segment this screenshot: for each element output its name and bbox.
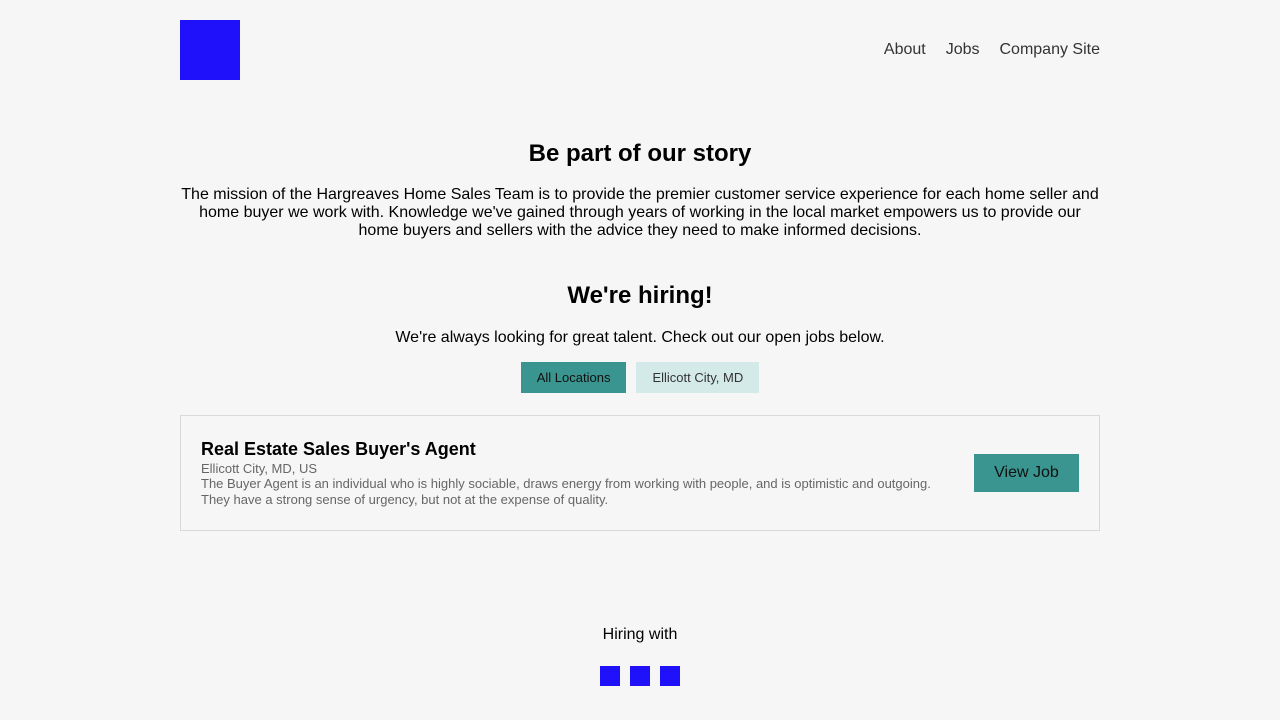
hiring-subtitle: We're always looking for great talent. C… [395,329,885,346]
job-card: Real Estate Sales Buyer's Agent Ellicott… [180,415,1100,531]
site-header: About Jobs Company Site [180,20,1100,80]
job-location: Ellicott City, MD, US [201,460,318,476]
hiring-section: We're hiring! We're always looking for g… [180,282,1100,393]
story-section: Be part of our story The mission of the … [180,140,1100,240]
nav-link-jobs[interactable]: Jobs [946,41,980,59]
story-body: The mission of the Hargreaves Home Sales… [181,186,1099,239]
social-icon-1[interactable] [600,666,620,686]
filter-ellicott-city[interactable]: Ellicott City, MD [636,362,760,393]
location-filters: All Locations Ellicott City, MD [180,362,1100,393]
job-title: Real Estate Sales Buyer's Agent [201,438,476,459]
hiring-title: We're hiring! [567,282,713,309]
footer-label: Hiring with [602,626,678,643]
social-icon-3[interactable] [660,666,680,686]
nav-link-about[interactable]: About [884,41,926,59]
social-icon-2[interactable] [630,666,650,686]
filter-all-locations[interactable]: All Locations [520,362,627,393]
company-logo[interactable] [180,20,240,80]
view-job-button[interactable]: View Job [974,454,1079,492]
main-nav: About Jobs Company Site [884,41,1100,59]
careers-page: About Jobs Company Site Be part of our s… [0,0,1280,720]
story-title: Be part of our story [528,140,752,167]
job-info: Real Estate Sales Buyer's Agent Ellicott… [201,439,951,508]
nav-link-company-site[interactable]: Company Site [1000,41,1101,59]
social-links [0,666,1280,686]
site-footer: Hiring with [0,624,1280,686]
job-description: The Buyer Agent is an individual who is … [201,475,931,507]
